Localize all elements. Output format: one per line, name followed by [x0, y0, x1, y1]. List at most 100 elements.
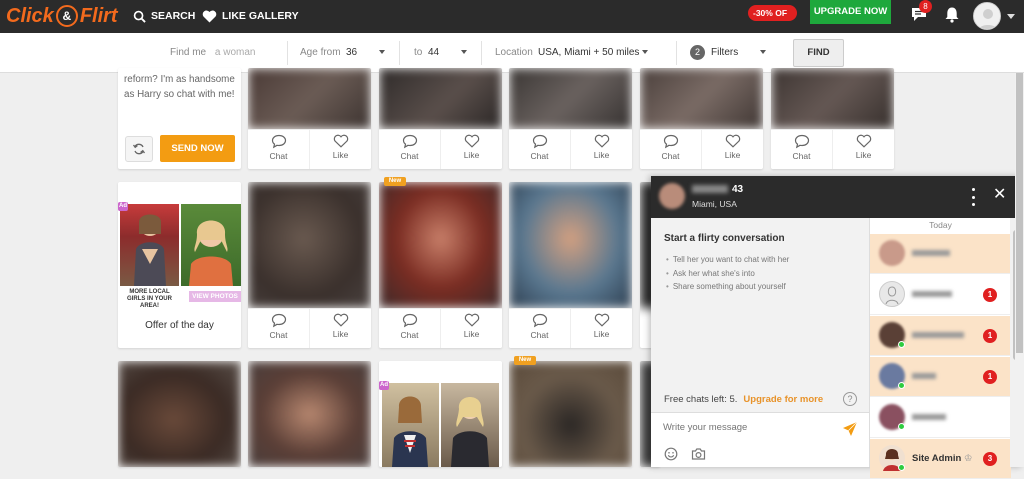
like-button[interactable]: Like: [570, 130, 632, 169]
profile-card[interactable]: Chat Like: [248, 182, 371, 348]
ad-photo[interactable]: [441, 383, 499, 467]
profile-photo[interactable]: [509, 68, 632, 129]
profile-photo[interactable]: [509, 182, 632, 308]
ad-photo[interactable]: [382, 383, 439, 467]
profile-card[interactable]: [118, 361, 241, 467]
chat-button[interactable]: Chat: [640, 130, 701, 169]
like-button[interactable]: Like: [309, 309, 371, 348]
like-button[interactable]: Like: [440, 309, 502, 348]
message-input[interactable]: [663, 422, 833, 433]
contact-name: Site Admin ♔: [912, 453, 973, 464]
profile-photo[interactable]: [248, 68, 371, 129]
offer-ad-card[interactable]: Ad: [379, 361, 502, 467]
camera-icon[interactable]: [691, 447, 706, 461]
chat-button[interactable]: Chat: [248, 130, 309, 169]
profile-card[interactable]: Chat Like: [509, 182, 632, 348]
send-icon[interactable]: [842, 421, 858, 437]
online-indicator: [898, 423, 905, 430]
chat-window: 43 Miami, USA ✕ Start a flirty conversat…: [651, 176, 1023, 479]
messages-button[interactable]: 8: [910, 0, 932, 26]
contact-avatar: [879, 281, 905, 307]
nav-search[interactable]: SEARCH: [133, 5, 195, 27]
contact-item[interactable]: 1: [870, 316, 1011, 356]
profile-card[interactable]: Chat Like: [640, 68, 763, 169]
upgrade-now-button[interactable]: UPGRADE NOW: [810, 0, 891, 24]
profile-photo[interactable]: [771, 68, 894, 129]
profile-photo[interactable]: [118, 361, 241, 467]
upgrade-for-more-link[interactable]: Upgrade for more: [743, 394, 823, 405]
like-button[interactable]: Like: [701, 130, 763, 169]
scrollbar-thumb[interactable]: [1016, 73, 1023, 353]
contact-item[interactable]: [870, 398, 1011, 438]
location-caret-icon[interactable]: [642, 50, 648, 54]
nav-like-gallery[interactable]: LIKE GALLERY: [202, 5, 299, 27]
filters-dropdown[interactable]: Filters: [711, 47, 738, 58]
age-to-select[interactable]: 44: [428, 47, 439, 58]
chat-button[interactable]: Chat: [771, 130, 832, 169]
ad-caption: MORE LOCAL GIRLS IN YOUR AREA!: [127, 289, 172, 309]
profile-card[interactable]: Chat Like: [248, 68, 371, 169]
age-from-caret-icon[interactable]: [379, 50, 385, 54]
contact-item[interactable]: 1: [870, 357, 1011, 397]
chat-partner-avatar[interactable]: [659, 183, 685, 209]
send-now-button[interactable]: SEND NOW: [160, 135, 235, 162]
account-caret-icon[interactable]: [1007, 14, 1015, 19]
chat-bubble-icon: [271, 313, 286, 328]
profile-photo[interactable]: [379, 68, 502, 129]
click-and-flirt-logo[interactable]: Click & Flirt: [6, 2, 118, 30]
ad-photo[interactable]: [120, 204, 179, 286]
profile-card[interactable]: Chat Like: [379, 68, 502, 169]
close-icon[interactable]: ✕: [993, 187, 1006, 203]
woman-photo-icon: [451, 397, 489, 467]
age-from-select[interactable]: 36: [346, 47, 357, 58]
ad-photo[interactable]: [181, 204, 241, 286]
filters-count-badge[interactable]: 2: [690, 45, 705, 60]
location-select[interactable]: USA, Miami + 50 miles: [538, 47, 639, 58]
profile-card[interactable]: [248, 361, 371, 467]
start-conversation-title: Start a flirty conversation: [664, 233, 785, 244]
profile-photo[interactable]: [509, 361, 632, 467]
contact-name-blurred: [912, 414, 946, 420]
heart-icon: [464, 313, 479, 327]
user-avatar[interactable]: [973, 2, 1001, 30]
find-button[interactable]: FIND: [793, 39, 844, 67]
filters-caret-icon[interactable]: [760, 50, 766, 54]
view-photos-button[interactable]: VIEW PHOTOS: [189, 291, 241, 302]
unread-badge: 1: [983, 370, 997, 384]
age-to-caret-icon[interactable]: [461, 50, 467, 54]
help-icon[interactable]: ?: [843, 392, 857, 406]
chat-button[interactable]: Chat: [248, 309, 309, 348]
contact-name-blurred: [912, 373, 936, 379]
more-options-icon[interactable]: [969, 188, 977, 206]
chat-button[interactable]: Chat: [379, 309, 440, 348]
profile-photo[interactable]: [248, 182, 371, 308]
contact-item-site-admin[interactable]: Site Admin ♔ 3: [870, 439, 1011, 479]
profile-photo[interactable]: [640, 68, 763, 129]
find-me-value[interactable]: a woman: [215, 47, 256, 58]
profile-card[interactable]: Chat Like: [379, 182, 502, 348]
profile-card[interactable]: [509, 361, 632, 467]
like-button[interactable]: Like: [440, 130, 502, 169]
like-button[interactable]: Like: [309, 130, 371, 169]
woman-photo-icon: [392, 396, 428, 467]
profile-card[interactable]: Chat Like: [771, 68, 894, 169]
age-to-label: to: [414, 47, 423, 58]
chat-button[interactable]: Chat: [509, 309, 570, 348]
find-me-label: Find me a woman: [170, 47, 256, 58]
profile-card[interactable]: Chat Like: [509, 68, 632, 169]
refresh-button[interactable]: [125, 136, 153, 162]
contact-name-blurred: [912, 291, 952, 297]
emoji-icon[interactable]: [664, 447, 678, 461]
crown-icon: ♔: [963, 453, 973, 464]
contact-item[interactable]: 1: [870, 275, 1011, 315]
profile-photo[interactable]: [379, 182, 502, 308]
contact-item[interactable]: [870, 234, 1011, 274]
page-scrollbar[interactable]: [1015, 73, 1024, 467]
notifications-button[interactable]: [944, 6, 964, 26]
chat-button[interactable]: Chat: [379, 130, 440, 169]
chat-button[interactable]: Chat: [509, 130, 570, 169]
unread-badge: 1: [983, 288, 997, 302]
profile-photo[interactable]: [248, 361, 371, 467]
like-button[interactable]: Like: [570, 309, 632, 348]
like-button[interactable]: Like: [832, 130, 894, 169]
